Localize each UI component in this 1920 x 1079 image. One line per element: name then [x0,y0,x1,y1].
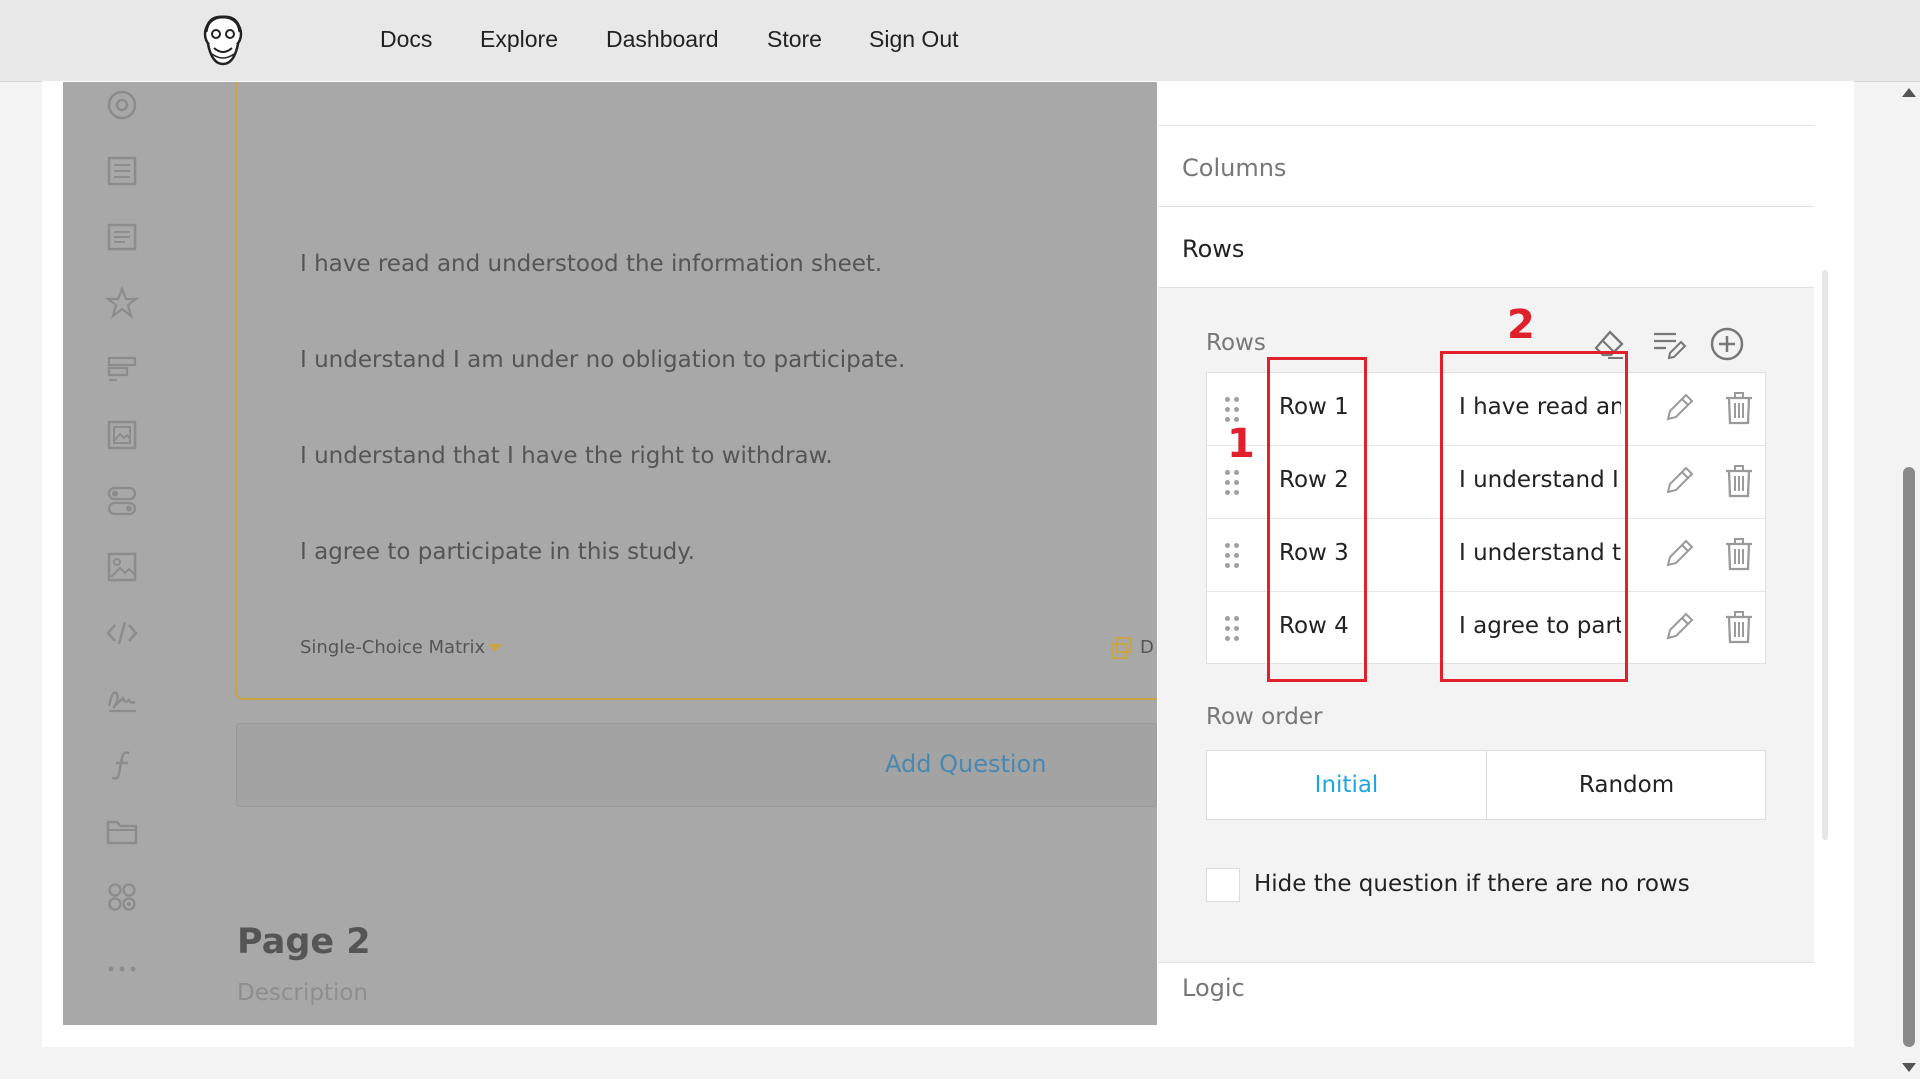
dropdown-icon[interactable] [103,152,141,190]
divider [1158,206,1814,207]
annotation-box-1 [1267,357,1367,682]
rows-label: Rows [1206,330,1266,356]
row-order-random-button[interactable]: Random [1487,751,1766,819]
scroll-up-icon[interactable] [1902,88,1916,97]
hide-if-no-rows-label[interactable]: Hide the question if there are no rows [1254,871,1690,897]
drag-handle-icon[interactable] [1225,397,1241,423]
image-picker-icon[interactable] [103,416,141,454]
comment-icon[interactable] [103,218,141,256]
file-icon[interactable] [103,812,141,850]
add-question-label: Add Question [885,750,1047,778]
matrix-row-label: I understand I am under no obligation to… [300,347,906,373]
image-icon[interactable] [103,548,141,586]
html-icon[interactable] [103,614,141,652]
pencil-icon[interactable] [1660,535,1698,573]
section-columns[interactable]: Columns [1182,154,1286,182]
pencil-icon[interactable] [1660,462,1698,500]
row-order-initial-button[interactable]: Initial [1207,751,1486,819]
pencil-icon[interactable] [1660,389,1698,427]
chevron-down-icon[interactable] [488,644,502,652]
page-title[interactable]: Page 2 [237,922,371,962]
drag-handle-icon[interactable] [1225,543,1241,569]
ranking-icon[interactable] [103,350,141,388]
scroll-down-icon[interactable] [1902,1063,1916,1072]
annotation-box-2 [1440,351,1628,682]
signature-pad-icon[interactable] [103,680,141,718]
logo-icon[interactable] [198,12,248,68]
matrix-row-label: I have read and understood the informati… [300,251,883,277]
divider [1158,125,1814,126]
matrix-row-label: I understand that I have the right to wi… [300,443,833,469]
section-logic[interactable]: Logic [1182,974,1245,1002]
more-icon[interactable] [103,950,141,988]
pencil-icon[interactable] [1660,608,1698,646]
section-rows[interactable]: Rows [1182,235,1244,263]
question-card[interactable] [235,82,1157,700]
panel-scrollbar[interactable] [1822,270,1828,840]
top-navbar: Docs Explore Dashboard Store Sign Out [0,0,1920,82]
row-order-toggle: Initial Random [1206,750,1766,820]
question-type-selector[interactable]: Single-Choice Matrix [300,637,485,658]
page-description[interactable]: Description [237,980,368,1006]
nav-explore[interactable]: Explore [480,26,558,53]
trash-icon[interactable] [1720,389,1758,427]
row-order-label: Row order [1206,704,1323,730]
expression-icon[interactable] [103,746,141,784]
trash-icon[interactable] [1720,462,1758,500]
duplicate-icon[interactable] [1110,636,1134,660]
window-scrollbar-thumb[interactable] [1903,467,1915,1047]
trash-icon[interactable] [1720,535,1758,573]
edit-list-icon[interactable] [1650,325,1688,363]
hide-if-no-rows-checkbox[interactable] [1206,868,1240,902]
drag-handle-icon[interactable] [1225,470,1241,496]
nav-store[interactable]: Store [767,26,822,53]
nav-docs[interactable]: Docs [380,26,432,53]
drag-handle-icon[interactable] [1225,616,1241,642]
matrix-row-label: I agree to participate in this study. [300,539,695,565]
add-icon[interactable] [1708,325,1746,363]
add-question-button[interactable]: Add Question [236,723,1157,807]
annotation-number-1: 1 [1227,421,1255,467]
rating-icon[interactable] [103,284,141,322]
matrix-icon[interactable] [103,878,141,916]
trash-icon[interactable] [1720,608,1758,646]
nav-sign-out[interactable]: Sign Out [869,26,959,53]
logic-section: Logic [1158,963,1814,1025]
nav-dashboard[interactable]: Dashboard [606,26,719,53]
boolean-icon[interactable] [103,482,141,520]
annotation-number-2: 2 [1507,302,1535,348]
radiogroup-icon[interactable] [103,86,141,124]
duplicate-button-label[interactable]: D [1140,637,1154,658]
